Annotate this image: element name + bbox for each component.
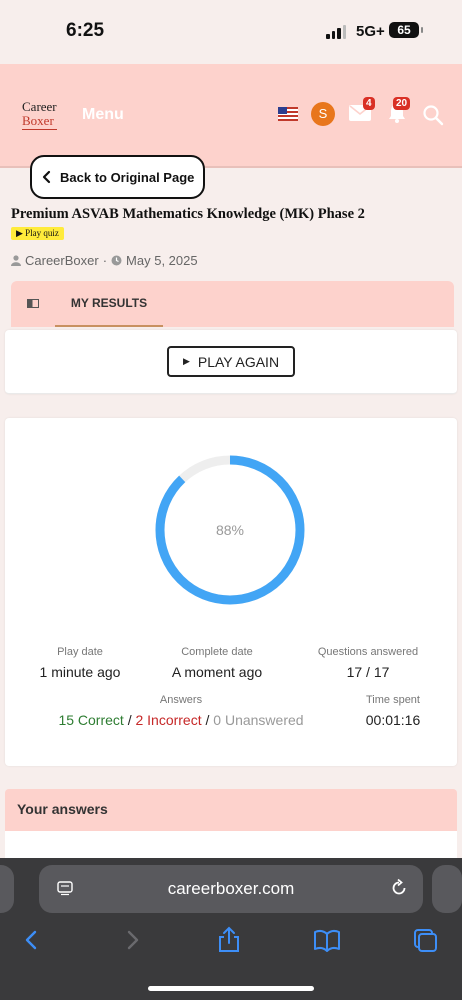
time-spent-value: 00:01:16	[365, 712, 421, 728]
incorrect-count: 2 Incorrect	[135, 712, 202, 728]
answers-breakdown: 15 Correct / 2 Incorrect / 0 Unanswered	[27, 712, 335, 728]
us-flag-icon[interactable]	[278, 107, 298, 121]
your-answers-heading: Your answers	[5, 789, 457, 831]
reload-icon[interactable]	[389, 878, 409, 898]
quiz-author[interactable]: CareerBoxer	[25, 253, 99, 268]
quiz-title: Premium ASVAB Mathematics Knowledge (MK)…	[11, 206, 365, 222]
forward-icon[interactable]	[118, 926, 146, 954]
your-answers-body	[5, 831, 457, 861]
quiz-meta: CareerBoxer · May 5, 2025	[11, 253, 198, 268]
tab-my-results[interactable]: MY RESULTS	[55, 281, 163, 327]
play-icon: ▶	[182, 356, 190, 366]
network-type: 5G+	[356, 23, 385, 40]
url-text: careerboxer.com	[167, 879, 295, 898]
unanswered-count: 0 Unanswered	[213, 712, 304, 728]
user-avatar[interactable]: S	[311, 102, 335, 126]
clock-icon	[111, 255, 122, 266]
battery-icon: 65	[389, 22, 423, 38]
score-donut: 88%	[155, 455, 305, 605]
site-logo[interactable]: Career Boxer	[22, 100, 57, 130]
chevron-left-icon	[42, 170, 51, 184]
results-card: 88% Play date 1 minute ago Complete date…	[5, 418, 457, 766]
browser-toolbar	[0, 926, 462, 966]
results-tabs: MY RESULTS	[11, 281, 454, 327]
play-date-stat: Play date 1 minute ago	[25, 646, 135, 680]
play-date-value: 1 minute ago	[39, 664, 121, 680]
answers-sep-1: /	[127, 712, 132, 728]
signal-icon	[326, 25, 346, 39]
questions-value: 17 / 17	[346, 664, 390, 680]
play-again-label: PLAY AGAIN	[197, 353, 280, 370]
answers-stat: Answers 15 Correct / 2 Incorrect / 0 Una…	[27, 694, 335, 728]
logo-line2: Boxer	[22, 114, 57, 130]
play-triangle-icon: ▶	[16, 228, 23, 238]
back-to-original-button[interactable]: Back to Original Page	[30, 155, 205, 199]
menu-button[interactable]: Menu	[82, 106, 124, 124]
time-spent-label: Time spent	[365, 694, 420, 706]
complete-date-value: A moment ago	[171, 664, 263, 680]
answers-label: Answers	[159, 694, 203, 706]
user-icon	[11, 255, 21, 266]
correct-count: 15 Correct	[58, 712, 124, 728]
play-quiz-label: Play quiz	[25, 228, 59, 238]
browser-chrome: careerboxer.com	[0, 858, 462, 1000]
back-button-label: Back to Original Page	[60, 169, 195, 185]
quiz-tab-icon[interactable]	[27, 299, 39, 308]
search-icon[interactable]	[422, 104, 444, 126]
play-quiz-tag[interactable]: ▶ Play quiz	[11, 227, 64, 240]
answers-sep-2: /	[205, 712, 210, 728]
site-header: Career Boxer Menu S 4 20	[0, 64, 462, 168]
play-again-button[interactable]: ▶ PLAY AGAIN	[167, 346, 295, 377]
complete-date-stat: Complete date A moment ago	[157, 646, 277, 680]
page-menu-icon[interactable]	[57, 880, 73, 896]
time-spent-stat: Time spent 00:01:16	[345, 694, 441, 728]
quiz-date: May 5, 2025	[126, 253, 198, 268]
home-indicator	[148, 986, 314, 991]
status-bar: 6:25 5G+ 65	[0, 0, 462, 62]
bookmarks-icon[interactable]	[313, 926, 341, 954]
mail-badge: 4	[363, 97, 375, 110]
meta-separator: ·	[102, 253, 108, 268]
notification-badge: 20	[393, 97, 411, 110]
tabs-icon[interactable]	[411, 926, 439, 954]
status-time: 6:25	[66, 20, 105, 41]
logo-line1: Career	[22, 99, 57, 114]
back-icon[interactable]	[18, 926, 46, 954]
play-again-card: ▶ PLAY AGAIN	[5, 330, 457, 394]
next-tab-pill[interactable]	[432, 865, 462, 913]
complete-date-label: Complete date	[181, 646, 253, 658]
play-date-label: Play date	[57, 646, 103, 658]
share-icon[interactable]	[215, 926, 243, 954]
prev-tab-pill[interactable]	[0, 865, 14, 913]
address-bar[interactable]: careerboxer.com	[39, 865, 423, 913]
score-percent: 88%	[216, 522, 244, 538]
questions-stat: Questions answered 17 / 17	[305, 646, 431, 680]
questions-label: Questions answered	[317, 646, 419, 658]
